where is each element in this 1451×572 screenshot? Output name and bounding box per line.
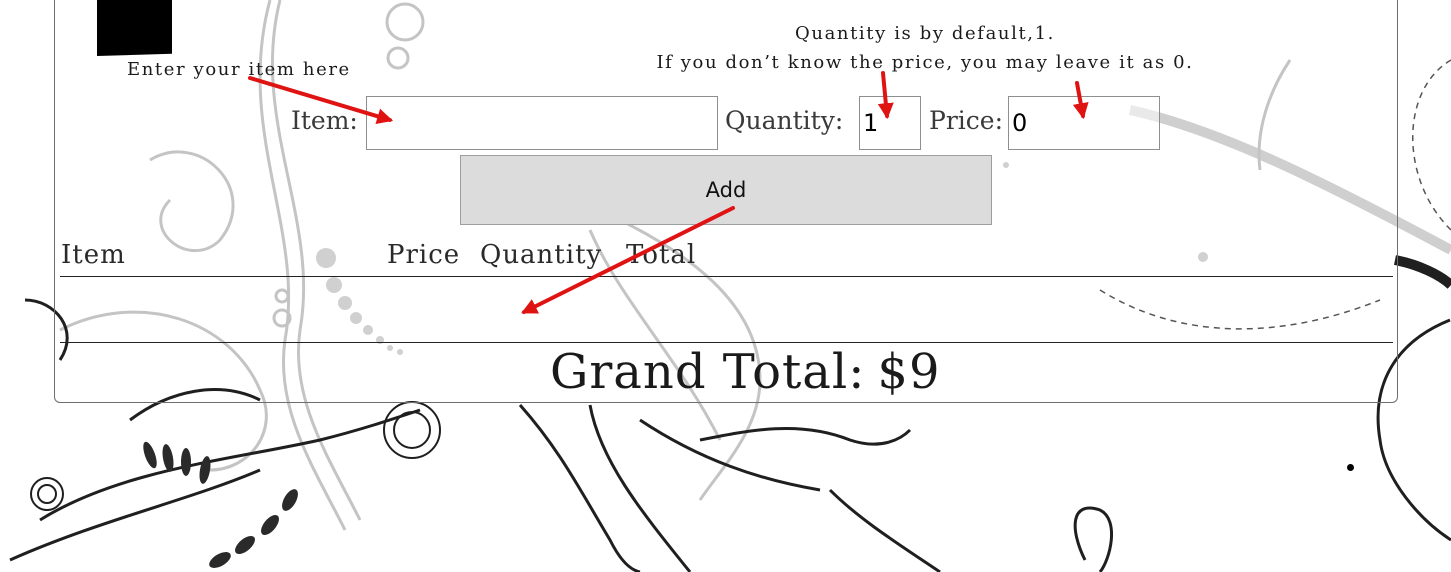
price-input[interactable]: [1008, 96, 1160, 150]
stray-dot: [1347, 464, 1354, 471]
quantity-input[interactable]: [859, 96, 921, 150]
price-hint-line: If you don’t know the price, you may lea…: [656, 52, 1194, 73]
table-footer-divider: [60, 342, 1393, 343]
table-header-divider: [60, 276, 1393, 277]
item-label: Item:: [291, 106, 358, 135]
grand-total-label: Grand Total:: [550, 344, 866, 400]
item-hint-note: Enter your item here: [127, 59, 351, 80]
quantity-label: Quantity:: [725, 106, 844, 135]
quantity-price-hint-note: Quantity is by default,1. If you don’t k…: [637, 19, 1213, 77]
column-header-item: Item: [61, 240, 126, 270]
grand-total-value: $9: [877, 344, 941, 400]
column-header-total: Total: [626, 240, 697, 270]
grand-total: Grand Total: $9: [550, 344, 941, 400]
column-header-quantity: Quantity: [480, 240, 603, 270]
logo-block: [97, 0, 172, 56]
add-button[interactable]: Add: [460, 155, 992, 225]
column-header-price: Price: [387, 240, 461, 270]
item-input[interactable]: [366, 96, 718, 150]
price-label: Price:: [929, 106, 1003, 135]
quantity-hint-line: Quantity is by default,1.: [795, 23, 1055, 44]
